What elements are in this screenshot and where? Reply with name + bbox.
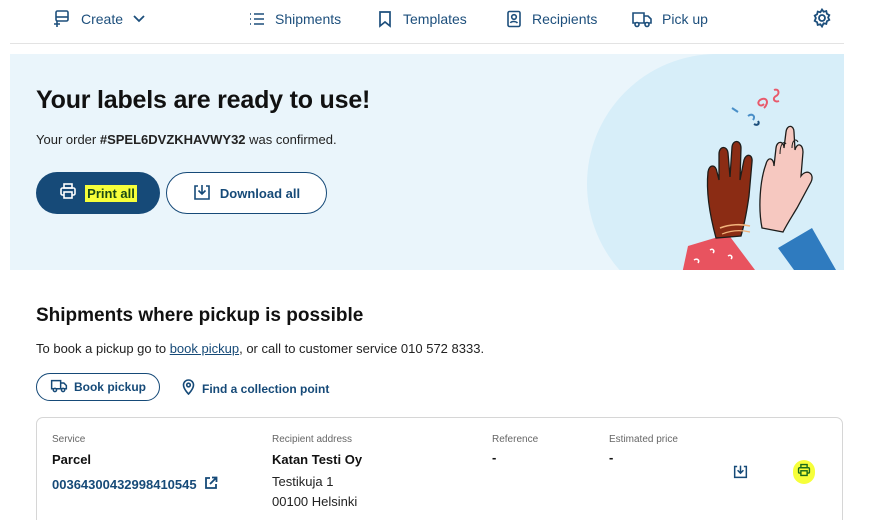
list-icon (248, 10, 266, 28)
create-icon (52, 9, 72, 29)
nav-recipients[interactable]: Recipients (505, 9, 597, 29)
external-link-icon (204, 476, 218, 493)
nav-pickup-label: Pick up (662, 11, 708, 27)
printer-icon (797, 463, 811, 482)
download-icon (733, 465, 748, 483)
book-pickup-label: Book pickup (73, 380, 146, 394)
find-collection-point-link[interactable]: Find a collection point (182, 379, 329, 398)
order-suffix: was confirmed. (245, 132, 337, 147)
recipient-name: Katan Testi Oy (272, 452, 363, 467)
download-all-button[interactable]: Download all (166, 172, 327, 214)
truck-icon (631, 10, 653, 28)
contact-icon (505, 10, 523, 28)
nav-templates-label: Templates (403, 11, 467, 27)
pickup-section-text: To book a pickup go to book pickup, or c… (36, 341, 484, 356)
tracking-number: 00364300432998410545 (52, 477, 197, 492)
price-label: Estimated price (609, 434, 678, 445)
order-confirmation-text: Your order #SPEL6DVZKHAVWY32 was confirm… (36, 132, 337, 147)
tracking-link[interactable]: 00364300432998410545 (52, 476, 218, 493)
download-label-button[interactable] (733, 464, 748, 484)
truck-icon (50, 378, 68, 396)
gear-icon (812, 8, 832, 28)
bookmark-icon (376, 10, 394, 28)
download-icon (193, 183, 211, 204)
banner-title: Your labels are ready to use! (36, 86, 371, 114)
reference-label: Reference (492, 434, 539, 445)
order-prefix: Your order (36, 132, 100, 147)
pickup-text-after: , or call to customer service 010 572 83… (239, 341, 485, 356)
recipient-street: Testikuja 1 (272, 474, 334, 489)
print-all-button[interactable]: Print all (36, 172, 160, 214)
settings-button[interactable] (812, 8, 832, 28)
download-all-label: Download all (219, 185, 301, 201)
book-pickup-link[interactable]: book pickup (170, 341, 239, 356)
high-five-illustration (682, 88, 836, 270)
book-pickup-button[interactable]: Book pickup (36, 373, 160, 401)
confirmation-banner: Your labels are ready to use! Your order… (10, 54, 844, 270)
location-pin-icon (182, 379, 195, 398)
service-label: Service (52, 434, 86, 445)
printer-icon (59, 182, 77, 205)
price-value: - (609, 450, 614, 465)
chevron-down-icon (132, 12, 146, 26)
shipment-card: Service Parcel 00364300432998410545 Reci… (36, 417, 843, 520)
top-navigation: Create Shipments Templates Recipients Pi… (10, 0, 844, 44)
pickup-section-title: Shipments where pickup is possible (36, 305, 364, 326)
nav-pickup[interactable]: Pick up (631, 9, 708, 29)
print-label-button[interactable] (793, 460, 815, 484)
nav-shipments[interactable]: Shipments (248, 9, 341, 29)
order-number: #SPEL6DVZKHAVWY32 (99, 132, 246, 147)
find-collection-point-label: Find a collection point (202, 381, 330, 396)
recipient-label: Recipient address (272, 434, 353, 445)
create-menu[interactable]: Create (52, 9, 146, 29)
pickup-text-before: To book a pickup go to (36, 341, 170, 356)
nav-recipients-label: Recipients (532, 11, 598, 27)
nav-shipments-label: Shipments (275, 11, 342, 27)
nav-templates[interactable]: Templates (376, 9, 467, 29)
create-label: Create (81, 11, 124, 27)
service-value: Parcel (52, 452, 92, 467)
reference-value: - (492, 450, 497, 465)
recipient-city: 00100 Helsinki (272, 494, 358, 509)
print-all-label: Print all (85, 184, 137, 202)
